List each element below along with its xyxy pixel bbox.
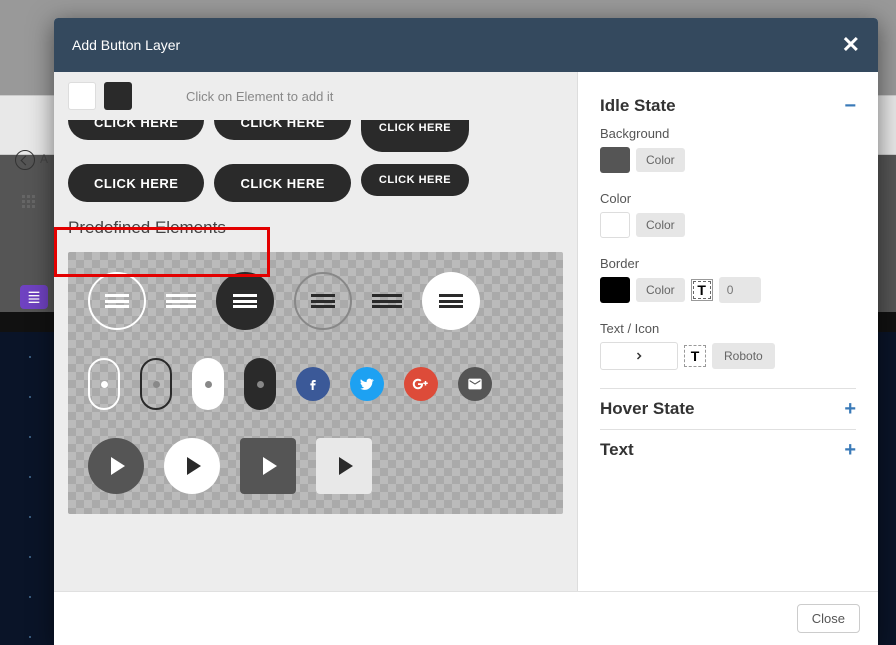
text-style-icon[interactable]: T [684, 345, 706, 367]
grip-icon [22, 195, 34, 209]
border-color-btn[interactable]: Color [636, 278, 685, 302]
burger-circle-dark[interactable] [216, 272, 274, 330]
icon-picker-btn[interactable] [600, 342, 678, 370]
modal-title: Add Button Layer [72, 37, 180, 53]
idle-state-header[interactable]: Idle State − [600, 86, 856, 126]
burger-circle-outline[interactable] [88, 272, 146, 330]
font-select[interactable]: Roboto [712, 343, 775, 369]
preset-button[interactable]: CLICK HERE [361, 120, 469, 152]
preset-button[interactable]: CLICK HERE [68, 164, 204, 202]
text-section-header[interactable]: Text + [600, 429, 856, 470]
preset-button[interactable]: CLICK HERE [214, 164, 350, 202]
add-button-layer-modal: Add Button Layer ✕ Click on Element to a… [54, 18, 878, 645]
capsule-outline-dark[interactable] [140, 358, 172, 410]
right-panel: Idle State − Background Color Color Colo… [578, 72, 878, 591]
play-circle-white[interactable] [164, 438, 220, 494]
toolbar: Click on Element to add it [54, 72, 577, 120]
toolbar-hint: Click on Element to add it [186, 89, 333, 104]
background-color-btn[interactable]: Color [636, 148, 685, 172]
text-section-title: Text [600, 440, 634, 460]
collapse-icon: − [844, 96, 856, 116]
color-swatch[interactable] [600, 212, 630, 238]
twitter-icon[interactable] [350, 367, 384, 401]
expand-icon: + [844, 399, 856, 419]
capsule-outline-white[interactable] [88, 358, 120, 410]
border-width-input[interactable]: 0 [719, 277, 761, 303]
modal-footer: Close [54, 591, 878, 645]
border-style-icon[interactable]: T [691, 279, 713, 301]
burger-icon-white[interactable] [166, 294, 196, 308]
play-square-dark[interactable] [240, 438, 296, 494]
play-square-light[interactable] [316, 438, 372, 494]
border-label: Border [600, 256, 856, 271]
play-circle-dark[interactable] [88, 438, 144, 494]
history-icon [15, 150, 35, 170]
layer-badge [20, 285, 48, 309]
background-swatch[interactable] [600, 147, 630, 173]
color-label: Color [600, 191, 856, 206]
expand-icon: + [844, 440, 856, 460]
facebook-icon[interactable] [296, 367, 330, 401]
burger-circle-gray[interactable] [294, 272, 352, 330]
background-label: Background [600, 126, 856, 141]
predefined-elements-title: Predefined Elements [68, 218, 563, 238]
hover-state-header[interactable]: Hover State + [600, 389, 856, 429]
burger-circle-white[interactable] [422, 272, 480, 330]
border-swatch[interactable] [600, 277, 630, 303]
idle-state-title: Idle State [600, 96, 676, 116]
elements-grid [68, 252, 563, 514]
close-button[interactable]: Close [797, 604, 860, 633]
capsule-fill-dark[interactable] [244, 358, 276, 410]
preset-button[interactable]: CLICK HERE [214, 120, 350, 140]
swatch-dark[interactable] [104, 82, 132, 110]
capsule-fill-white[interactable] [192, 358, 224, 410]
hover-state-title: Hover State [600, 399, 694, 419]
bg-letter: A [40, 152, 48, 166]
modal-header: Add Button Layer ✕ [54, 18, 878, 72]
preset-button[interactable]: CLICK HERE [361, 164, 469, 196]
swatch-white[interactable] [68, 82, 96, 110]
google-plus-icon[interactable] [404, 367, 438, 401]
email-icon[interactable] [458, 367, 492, 401]
left-panel: Click on Element to add it CLICK HERE CL… [54, 72, 578, 591]
burger-icon-dark[interactable] [372, 294, 402, 308]
close-icon[interactable]: ✕ [842, 32, 860, 58]
color-btn[interactable]: Color [636, 213, 685, 237]
text-icon-label: Text / Icon [600, 321, 856, 336]
preset-button[interactable]: CLICK HERE [68, 120, 204, 140]
